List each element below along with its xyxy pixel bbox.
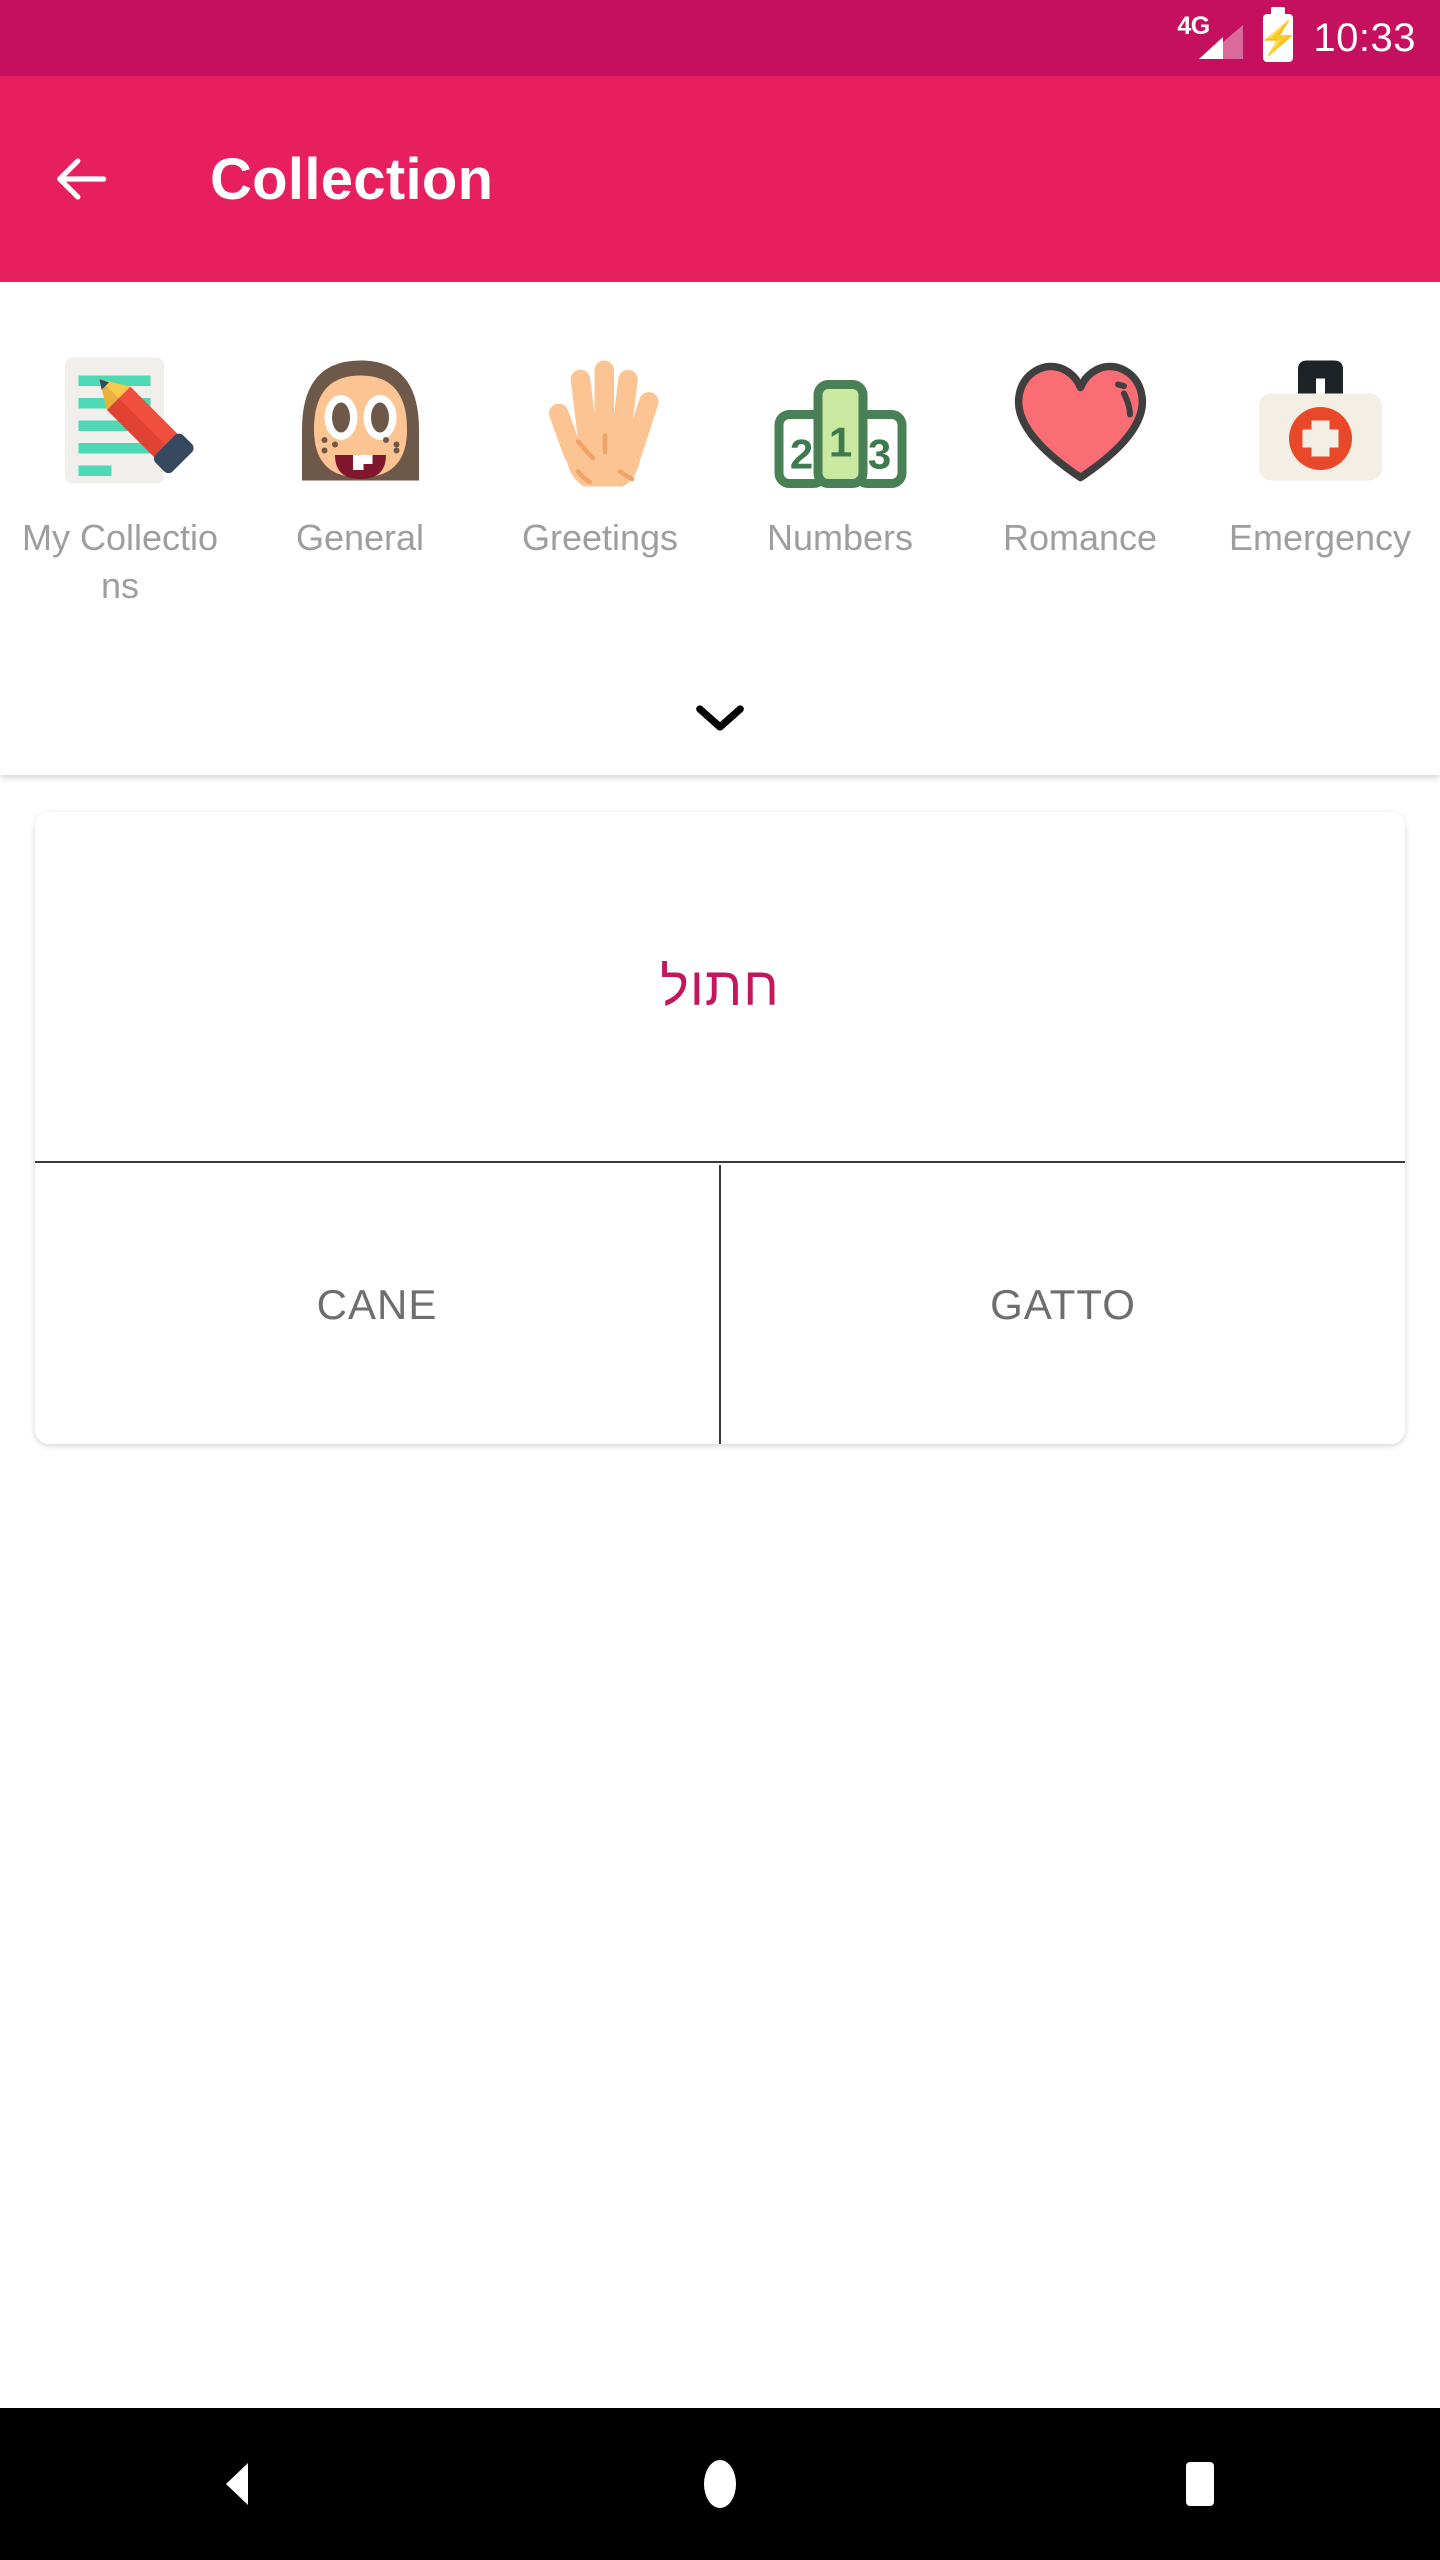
child-face-icon	[278, 330, 443, 508]
status-bar-icons: 4G ⚡ 10:33	[1177, 13, 1416, 63]
status-bar: 4G ⚡ 10:33	[0, 0, 1440, 76]
question-text: חתול	[660, 956, 780, 1017]
svg-text:3: 3	[867, 431, 890, 478]
category-item-romance[interactable]: Romance	[960, 330, 1200, 562]
category-label: General	[295, 517, 425, 558]
nav-back-button[interactable]	[0, 2459, 480, 2509]
category-item-my-collections[interactable]: My Collections	[0, 330, 240, 610]
expand-categories-button[interactable]	[0, 683, 1440, 753]
answer-button-right[interactable]: GATTO	[721, 1165, 1405, 1444]
category-list: My Collections General Greetings 2 1 3 N…	[0, 330, 1440, 610]
first-aid-kit-icon	[1238, 330, 1403, 508]
category-item-general[interactable]: General	[240, 330, 480, 562]
category-item-greetings[interactable]: Greetings	[480, 330, 720, 562]
category-panel: My Collections General Greetings 2 1 3 N…	[0, 285, 1440, 775]
answers-area: CANE GATTO	[35, 1165, 1405, 1444]
question-area: חתול	[35, 812, 1405, 1163]
quiz-card: חתול CANE GATTO	[35, 812, 1405, 1444]
category-label: Emergency	[1228, 517, 1412, 558]
category-label: Romance	[1002, 517, 1158, 558]
cellular-signal-icon: 4G	[1177, 13, 1244, 63]
category-label: Greetings	[521, 517, 679, 558]
android-navigation-bar	[0, 2408, 1440, 2560]
category-item-numbers[interactable]: 2 1 3 Numbers	[720, 330, 960, 562]
recents-square-icon	[1186, 2462, 1214, 2506]
app-root: 4G ⚡ 10:33 Collection My Collections Gen…	[0, 0, 1440, 2560]
svg-text:2: 2	[789, 431, 812, 478]
back-arrow-icon[interactable]	[52, 148, 114, 210]
back-triangle-icon	[226, 2463, 248, 2505]
nav-recents-button[interactable]	[960, 2459, 1440, 2509]
raised-hand-icon	[518, 330, 683, 508]
signal-bars-filled	[1199, 37, 1224, 59]
svg-text:1: 1	[828, 419, 851, 466]
status-bar-clock: 10:33	[1313, 15, 1416, 60]
page-title: Collection	[210, 146, 494, 212]
category-label: Numbers	[766, 517, 914, 558]
lightning-bolt-icon: ⚡	[1258, 20, 1299, 56]
chevron-down-icon	[696, 705, 744, 731]
memo-pencil-icon	[38, 330, 203, 508]
battery-charging-icon: ⚡	[1258, 14, 1298, 62]
app-bar: Collection	[0, 76, 1440, 282]
nav-home-button[interactable]	[480, 2457, 960, 2511]
category-label: My Collections	[21, 517, 219, 606]
heart-icon	[998, 330, 1163, 508]
answer-button-left[interactable]: CANE	[35, 1165, 719, 1444]
home-circle-icon	[704, 2460, 736, 2508]
category-item-emergency[interactable]: Emergency	[1200, 330, 1440, 562]
podium-icon: 2 1 3	[758, 330, 923, 508]
